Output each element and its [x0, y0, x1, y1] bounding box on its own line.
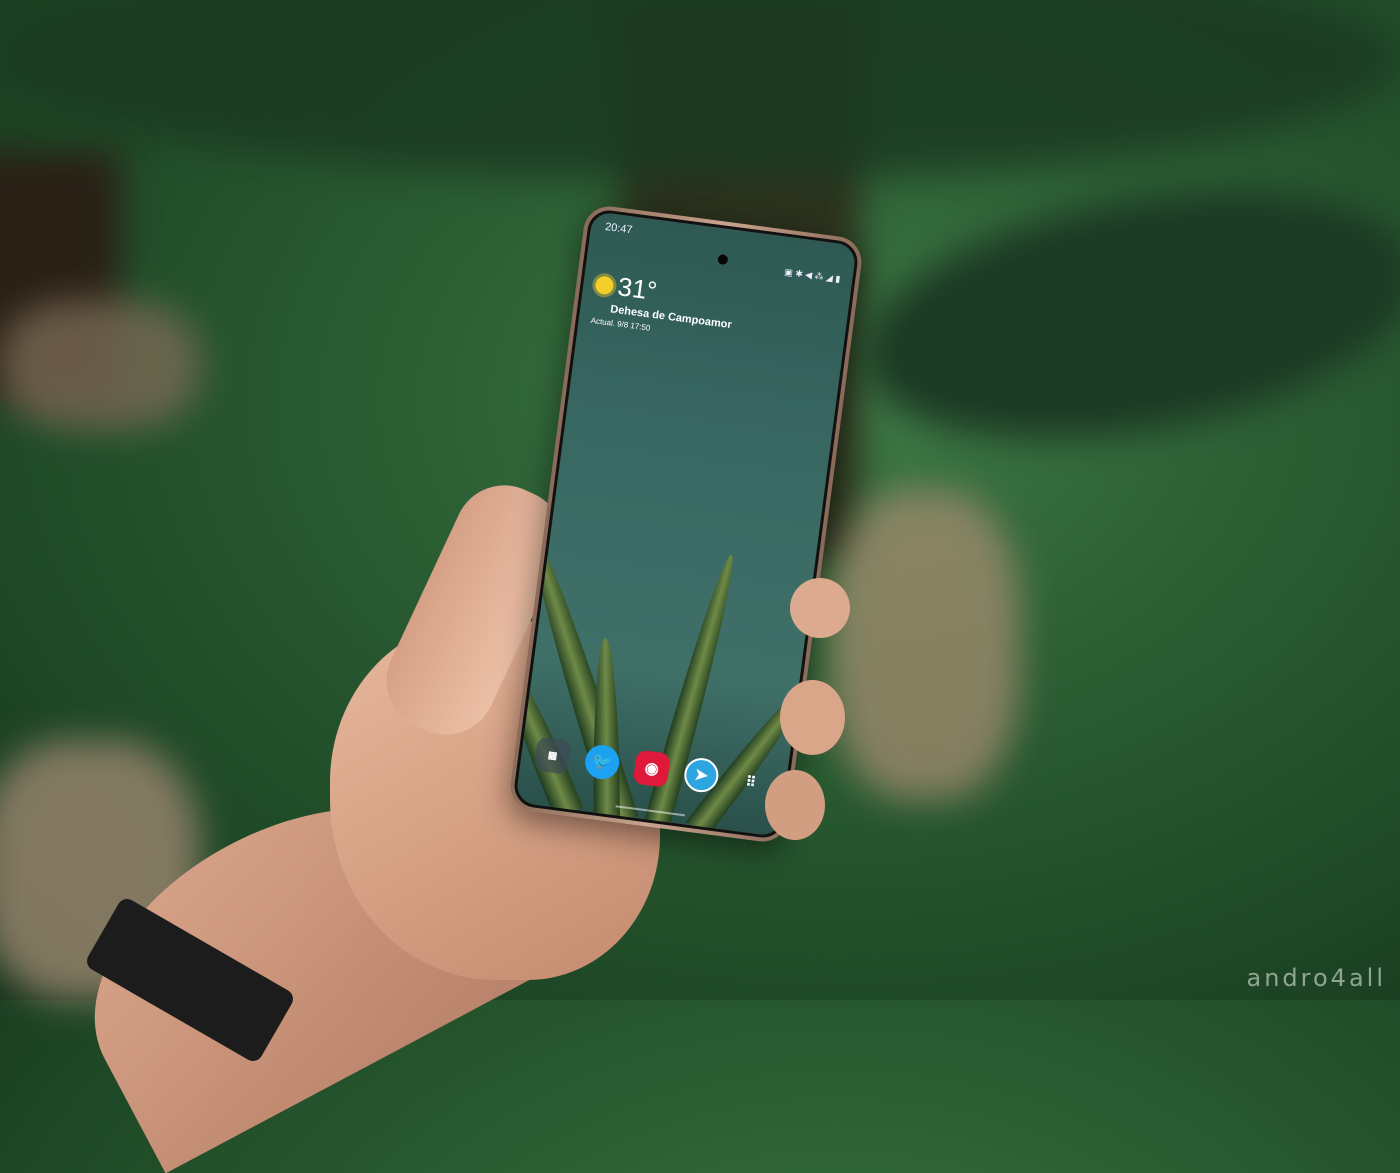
rock-left	[0, 300, 200, 430]
weather-widget[interactable]: 31° Dehesa de Campoamor Actual. 9/8 17:5…	[590, 268, 737, 343]
palm-frond-right	[844, 153, 1400, 477]
plant-leaf	[592, 638, 620, 819]
front-camera	[717, 253, 729, 266]
folder-icon[interactable]: ▦	[533, 736, 572, 775]
palm-fronds-top	[0, 0, 1400, 180]
watermark-logo: andro4all	[1246, 964, 1386, 992]
sun-icon	[594, 274, 615, 295]
finger	[780, 680, 845, 755]
status-icons: ▣ ✱ ◀ ⁂ ◢ ▮	[783, 266, 841, 285]
status-time: 20:47	[604, 220, 634, 237]
camera-icon[interactable]: ◉	[632, 749, 671, 788]
temperature: 31°	[615, 271, 659, 307]
rock-right	[830, 490, 1020, 800]
finger	[765, 770, 825, 840]
finger	[790, 578, 850, 638]
plant-leaf	[519, 529, 639, 825]
apps-grid-icon[interactable]: ⠿	[732, 763, 770, 801]
